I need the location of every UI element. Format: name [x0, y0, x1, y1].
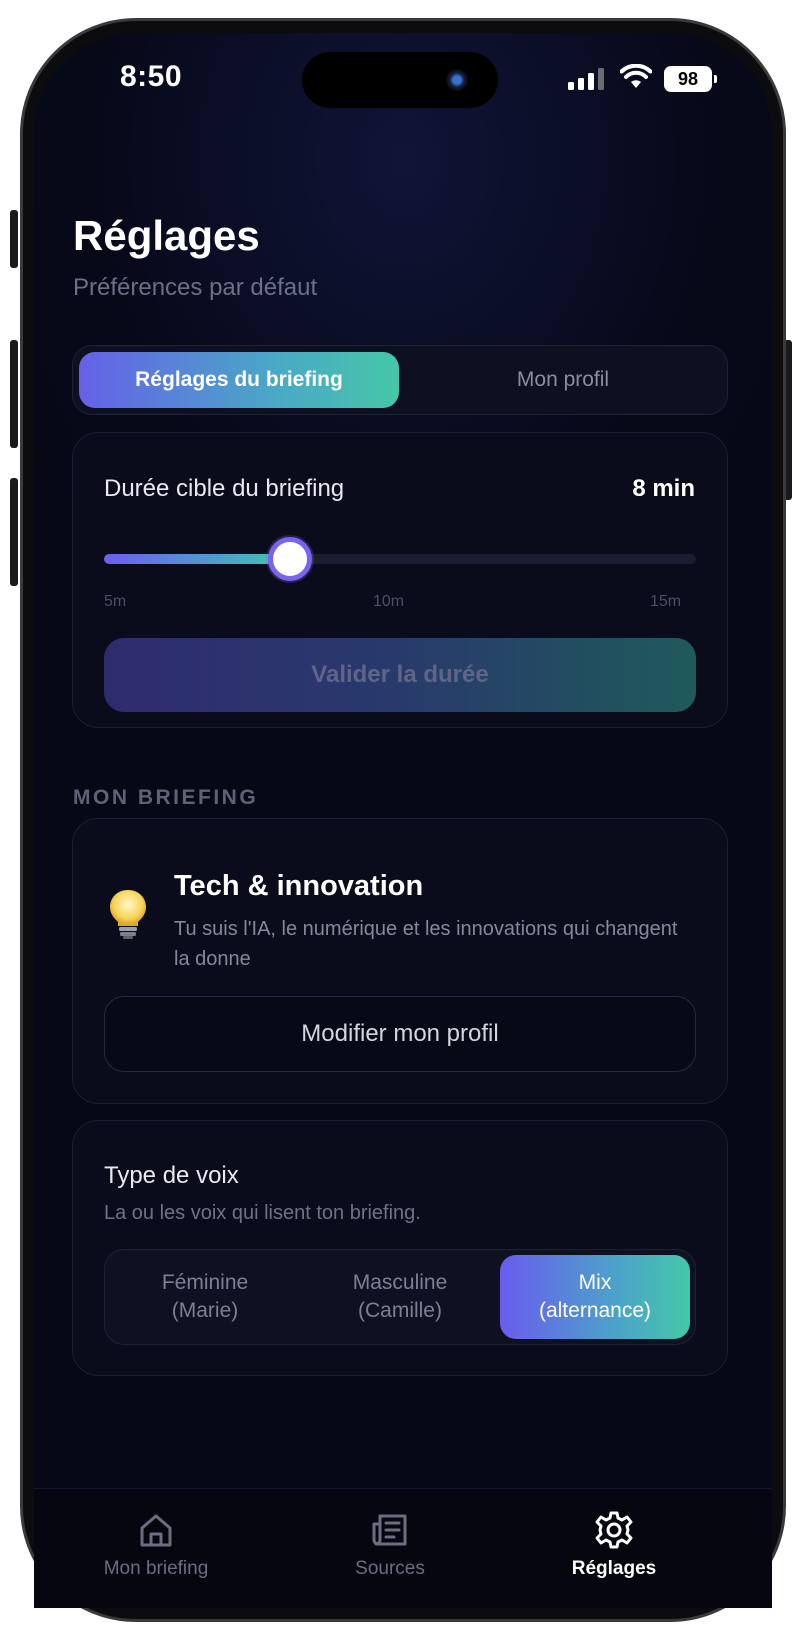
validate-duration-button[interactable]: Valider la durée: [104, 638, 696, 712]
tick-label-min: 5m: [104, 593, 127, 610]
tab-briefing-settings[interactable]: Réglages du briefing: [79, 352, 399, 408]
voice-selector: Féminine (Marie) Masculine (Camille) Mix (a…: [104, 1249, 696, 1345]
lightbulb-icon: [110, 890, 146, 939]
profile-description: Tu suis l'IA, le numérique et les innova…: [174, 918, 678, 970]
cellular-signal-icon: [568, 68, 604, 90]
duration-slider-fill: [104, 554, 290, 564]
nav-label: Sources: [355, 1558, 425, 1579]
wifi-icon: [620, 64, 652, 88]
home-icon: [140, 1514, 172, 1547]
section-label-my-briefing: MON BRIEFING: [73, 786, 259, 809]
duration-slider[interactable]: [104, 537, 696, 581]
page-subtitle: Préférences par défaut: [73, 274, 318, 301]
voice-title: Type de voix: [104, 1162, 239, 1189]
action-button: [10, 210, 18, 268]
tick-label-mid: 10m: [373, 593, 405, 610]
nav-item-sources[interactable]: Sources: [300, 1510, 480, 1580]
voice-description: La ou les voix qui lisent ton briefing.: [104, 1202, 421, 1224]
dynamic-island: [302, 52, 498, 108]
voice-option-mix[interactable]: Mix (alternance): [500, 1255, 690, 1339]
voice-option-detail: (alternance): [538, 1299, 652, 1322]
nav-label: Mon briefing: [103, 1558, 209, 1579]
profile-title: Tech & innovation: [174, 870, 424, 902]
voice-option-name: Féminine: [161, 1271, 249, 1294]
voice-option-name: Mix: [578, 1271, 612, 1294]
gear-icon: [595, 1511, 633, 1549]
status-time: 8:50: [120, 60, 183, 93]
tick-label-max: 15m: [650, 593, 682, 610]
duration-slider-thumb[interactable]: [268, 537, 312, 581]
voice-option-detail: (Marie): [171, 1299, 239, 1322]
nav-item-my-briefing[interactable]: Mon briefing: [66, 1510, 246, 1580]
voice-option-feminine[interactable]: Féminine (Marie): [110, 1255, 300, 1339]
battery-icon: 98: [664, 66, 717, 92]
voice-option-masculine[interactable]: Masculine (Camille): [305, 1255, 495, 1339]
duration-value: 8 min: [632, 475, 695, 502]
page-title: Réglages: [73, 212, 260, 259]
tab-my-profile[interactable]: Mon profil: [403, 352, 723, 408]
voice-option-detail: (Camille): [357, 1299, 442, 1322]
volume-up-button: [10, 340, 18, 448]
duration-label: Durée cible du briefing: [104, 475, 345, 502]
newspaper-icon: [372, 1514, 407, 1546]
volume-down-button: [10, 478, 18, 586]
settings-tabs: Réglages du briefing Mon profil: [72, 345, 728, 415]
camera-icon: [446, 69, 468, 91]
nav-label: Réglages: [571, 1558, 657, 1579]
edit-profile-button[interactable]: Modifier mon profil: [104, 996, 696, 1072]
voice-option-name: Masculine: [352, 1271, 448, 1294]
nav-item-settings[interactable]: Réglages: [524, 1510, 704, 1580]
